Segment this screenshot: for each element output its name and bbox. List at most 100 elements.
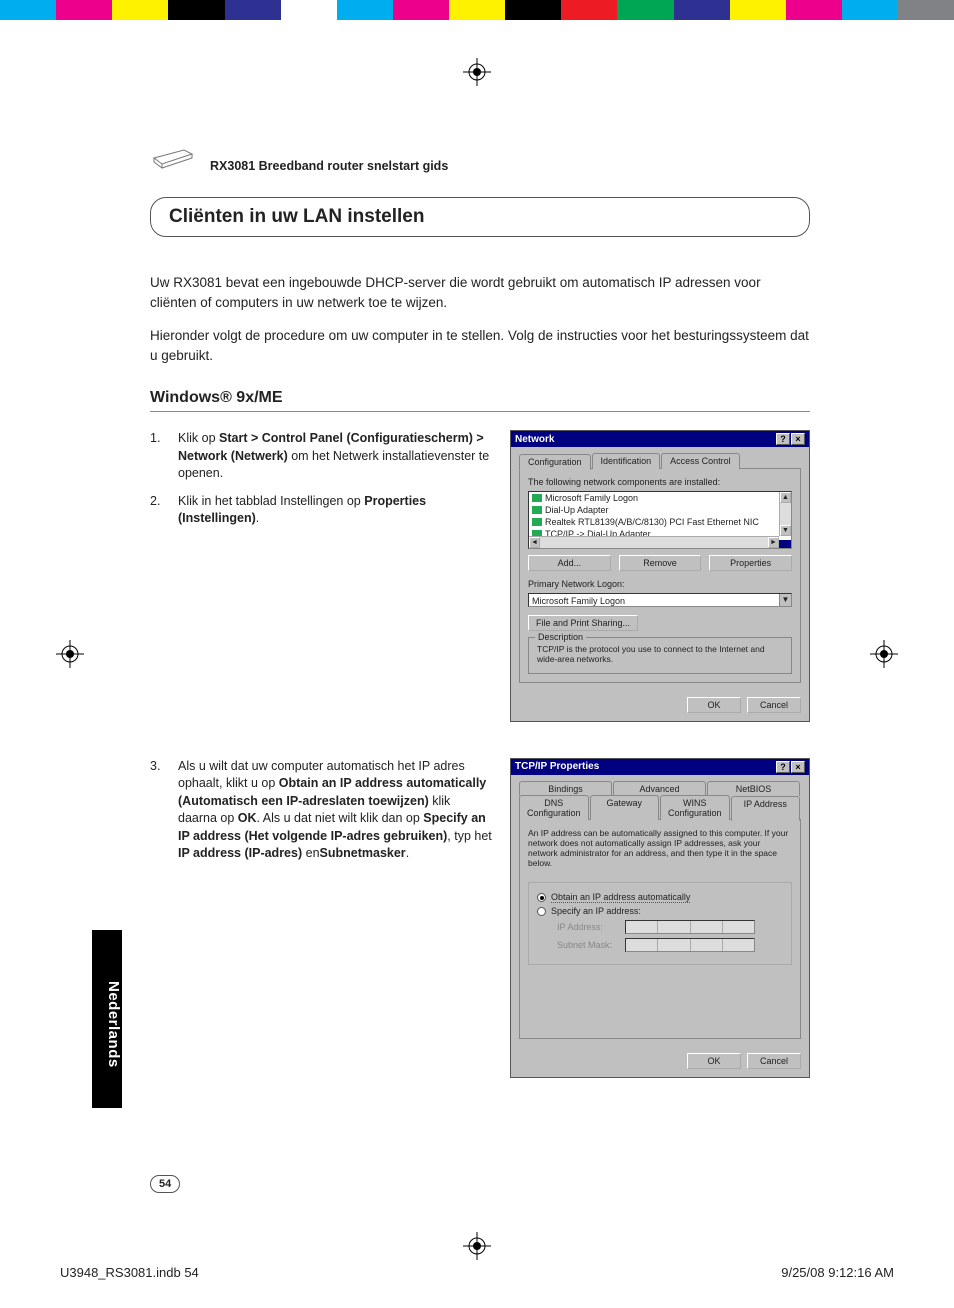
tab-access-control[interactable]: Access Control	[661, 453, 740, 469]
page-number: 54	[150, 1175, 180, 1193]
intro-paragraph-2: Hieronder volgt de procedure om uw compu…	[150, 326, 810, 365]
tab-gateway[interactable]: Gateway	[590, 795, 660, 820]
color-swatch	[168, 0, 224, 20]
radio-icon	[537, 893, 546, 902]
color-swatch	[561, 0, 617, 20]
titlebar: TCP/IP Properties ? ×	[511, 759, 809, 775]
footer-timestamp: 9/25/08 9:12:16 AM	[781, 1265, 894, 1280]
color-swatch	[449, 0, 505, 20]
tab-strip-bottom: DNS ConfigurationGatewayWINS Configurati…	[519, 795, 801, 820]
scroll-left-icon[interactable]: ◄	[529, 537, 540, 548]
ip-address-row: IP Address:	[557, 920, 783, 934]
description-text: TCP/IP is the protocol you use to connec…	[537, 644, 783, 664]
registration-mark-icon	[870, 640, 898, 668]
list-item: 3.Als u wilt dat uw computer automatisch…	[150, 758, 492, 863]
tab-strip-top: BindingsAdvancedNetBIOS	[519, 781, 801, 796]
ip-address-field[interactable]	[625, 920, 755, 934]
scroll-up-icon[interactable]: ▲	[780, 492, 791, 503]
subnet-mask-field[interactable]	[625, 938, 755, 952]
color-swatch	[674, 0, 730, 20]
step-list: 1.Klik op Start > Control Panel (Configu…	[150, 430, 492, 721]
tab-netbios[interactable]: NetBIOS	[707, 781, 800, 796]
radio-label: Obtain an IP address automatically	[551, 892, 690, 903]
scrollbar-horizontal[interactable]: ◄ ►	[529, 536, 779, 548]
scroll-right-icon[interactable]: ►	[768, 537, 779, 548]
tab-dns-configuration[interactable]: DNS Configuration	[519, 795, 589, 820]
list-item: 1.Klik op Start > Control Panel (Configu…	[150, 430, 492, 483]
document-title: RX3081 Breedband router snelstart gids	[210, 159, 448, 175]
intro-text: An IP address can be automatically assig…	[528, 828, 792, 869]
logon-dropdown[interactable]: Microsoft Family Logon ▼	[528, 593, 792, 607]
tab-identification[interactable]: Identification	[592, 453, 661, 469]
radio-icon	[537, 907, 546, 916]
color-swatch	[225, 0, 281, 20]
scroll-down-icon[interactable]: ▼	[780, 525, 791, 536]
divider	[150, 411, 810, 412]
tab-ip-address[interactable]: IP Address	[731, 796, 801, 821]
screenshot-tcpip-dialog: TCP/IP Properties ? × BindingsAdvancedNe…	[510, 758, 810, 1078]
mask-label: Subnet Mask:	[557, 940, 617, 950]
page-content: RX3081 Breedband router snelstart gids C…	[150, 140, 810, 1114]
file-print-sharing-button[interactable]: File and Print Sharing...	[528, 615, 638, 631]
registration-mark-icon	[56, 640, 84, 668]
radio-obtain-auto[interactable]: Obtain an IP address automatically	[537, 892, 783, 903]
list-item[interactable]: Dial-Up Adapter	[529, 504, 791, 516]
window-network: Network ? × ConfigurationIdentificationA…	[510, 430, 810, 721]
subnet-mask-row: Subnet Mask:	[557, 938, 783, 952]
print-footer: U3948_RS3081.indb 54 9/25/08 9:12:16 AM	[60, 1265, 894, 1280]
chevron-down-icon[interactable]: ▼	[779, 594, 791, 606]
color-swatch	[337, 0, 393, 20]
tab-bindings[interactable]: Bindings	[519, 781, 612, 796]
close-button[interactable]: ×	[791, 433, 805, 445]
help-button[interactable]: ?	[776, 433, 790, 445]
registration-mark-icon	[463, 58, 491, 86]
tab-advanced[interactable]: Advanced	[613, 781, 706, 796]
ok-button[interactable]: OK	[687, 697, 741, 713]
logon-value: Microsoft Family Logon	[532, 596, 625, 606]
close-button[interactable]: ×	[791, 761, 805, 773]
list-item[interactable]: Realtek RTL8139(A/B/C/8130) PCI Fast Eth…	[529, 516, 791, 528]
window-tcpip: TCP/IP Properties ? × BindingsAdvancedNe…	[510, 758, 810, 1078]
color-swatch	[786, 0, 842, 20]
color-swatch	[842, 0, 898, 20]
section-heading: Cliënten in uw LAN instellen	[169, 206, 791, 228]
radio-specify[interactable]: Specify an IP address:	[537, 906, 783, 916]
tab-strip: ConfigurationIdentificationAccess Contro…	[519, 453, 801, 469]
list-item[interactable]: Microsoft Family Logon	[529, 492, 791, 504]
router-icon	[150, 140, 196, 175]
cancel-button[interactable]: Cancel	[747, 697, 801, 713]
component-icon	[532, 494, 542, 502]
add-button[interactable]: Add...	[528, 555, 611, 571]
properties-button[interactable]: Properties	[709, 555, 792, 571]
group-title: Description	[535, 632, 586, 642]
subheading-windows: Windows® 9x/ME	[150, 389, 810, 407]
components-listbox[interactable]: Microsoft Family LogonDial-Up Adapter Rea…	[528, 491, 792, 549]
list-label: The following network components are ins…	[528, 477, 792, 487]
ip-label: IP Address:	[557, 922, 617, 932]
color-swatch	[112, 0, 168, 20]
color-swatch	[281, 0, 337, 20]
tab-configuration[interactable]: Configuration	[519, 454, 591, 470]
window-title: Network	[515, 434, 554, 445]
ok-button[interactable]: OK	[687, 1053, 741, 1069]
color-registration-bar	[0, 0, 954, 20]
help-button[interactable]: ?	[776, 761, 790, 773]
intro-paragraph-1: Uw RX3081 bevat een ingebouwde DHCP-serv…	[150, 273, 810, 312]
cancel-button[interactable]: Cancel	[747, 1053, 801, 1069]
list-item-label: Realtek RTL8139(A/B/C/8130) PCI Fast Eth…	[545, 517, 759, 527]
document-header: RX3081 Breedband router snelstart gids	[150, 140, 810, 175]
color-swatch	[898, 0, 954, 20]
color-swatch	[730, 0, 786, 20]
step-list: 3.Als u wilt dat uw computer automatisch…	[150, 758, 492, 1078]
tab-wins-configuration[interactable]: WINS Configuration	[660, 795, 730, 820]
color-swatch	[393, 0, 449, 20]
list-item-label: Dial-Up Adapter	[545, 505, 609, 515]
color-swatch	[0, 0, 56, 20]
section-heading-box: Cliënten in uw LAN instellen	[150, 197, 810, 237]
footer-filename: U3948_RS3081.indb 54	[60, 1265, 199, 1280]
scrollbar-vertical[interactable]: ▲ ▼	[779, 492, 791, 536]
step-row: 3.Als u wilt dat uw computer automatisch…	[150, 758, 810, 1078]
remove-button[interactable]: Remove	[619, 555, 702, 571]
description-group: Description TCP/IP is the protocol you u…	[528, 637, 792, 673]
list-item: 2.Klik in het tabblad Instellingen op Pr…	[150, 493, 492, 528]
